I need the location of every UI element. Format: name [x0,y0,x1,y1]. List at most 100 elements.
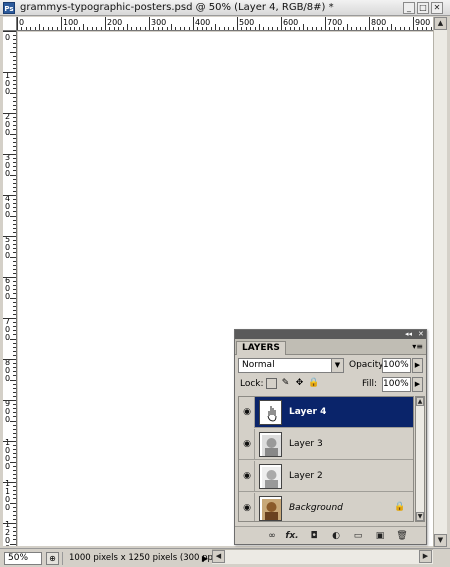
ruler-tick [144,27,146,30]
ruler-tick [13,453,16,455]
visibility-toggle[interactable]: ◉ [239,493,255,521]
layer-list-scrollbar[interactable]: ▲ ▼ [415,396,425,522]
lock-position-icon[interactable]: ✥ [294,378,305,389]
minimize-button[interactable]: _ [403,2,415,14]
opacity-field[interactable]: 100% [382,358,411,373]
ruler-label: 0 [19,18,25,27]
ruler-tick [10,379,16,381]
blend-mode-select[interactable]: Normal ▼ [238,358,344,373]
ruler-tick [281,17,282,30]
ruler-tick [13,412,16,414]
fx-icon[interactable]: fx. [285,530,299,542]
ruler-origin[interactable] [3,17,17,31]
ruler-tick [3,72,16,73]
scroll-up-button[interactable]: ▲ [434,17,447,30]
layer-name: Layer 3 [289,439,323,449]
scroll-down-button[interactable]: ▼ [416,512,424,521]
horizontal-ruler[interactable]: 0 100 200 300 400 500 600 700 800 900 [17,17,433,31]
ruler-label: 1000 [4,438,11,471]
panel-header-strip[interactable]: ◂◂ ✕ [235,330,426,339]
layer-row[interactable]: ◉ Background 🔒 [239,493,413,521]
maximize-button[interactable]: □ [417,2,429,14]
ruler-tick [13,326,16,328]
visibility-toggle[interactable]: ◉ [239,461,255,492]
layer-thumbnail [259,464,282,489]
scroll-left-button[interactable]: ◀ [212,550,225,563]
mask-icon[interactable]: ◘ [307,530,321,542]
ruler-tick [105,17,106,30]
trash-icon[interactable]: 🗑 [395,530,409,542]
zoom-level-field[interactable]: 50% [4,552,42,565]
eye-icon: ◉ [243,439,251,449]
ruler-tick [364,27,366,30]
ruler-tick [13,494,16,496]
new-layer-icon[interactable]: ▣ [373,530,387,542]
status-preview-icon[interactable]: ⊕ [46,552,59,565]
fill-field[interactable]: 100% [382,377,411,392]
panel-menu-icon[interactable]: ▾≡ [412,342,423,351]
layer-row[interactable]: ◉ Layer 2 [239,461,413,492]
title-bar[interactable]: Ps grammys-typographic-posters.psd @ 50%… [0,0,450,16]
adjustment-icon[interactable]: ◐ [329,530,343,542]
layer-row[interactable]: ◉ Layer 3 [239,429,413,460]
scroll-down-button[interactable]: ▼ [434,534,447,547]
group-icon[interactable]: ▭ [351,530,365,542]
ruler-tick [13,477,16,479]
horizontal-scrollbar[interactable]: ◀ ▶ [212,549,433,564]
tab-layers[interactable]: LAYERS [236,341,286,355]
lock-all-icon[interactable]: 🔒 [308,378,319,389]
ruler-tick [333,27,335,30]
ruler-tick [13,281,16,283]
visibility-toggle[interactable]: ◉ [239,429,255,460]
ruler-tick [10,92,16,94]
layer-name: Layer 2 [289,471,323,481]
ruler-tick [162,27,164,30]
ruler-tick [109,27,111,30]
ruler-tick [69,27,71,30]
ruler-tick [179,27,181,30]
ruler-tick [13,395,16,397]
ruler-tick [417,27,419,30]
blend-mode-value: Normal [242,360,275,370]
ruler-tick [13,428,16,430]
ruler-tick [61,17,62,30]
opacity-arrow-icon[interactable]: ▶ [412,358,423,373]
ruler-tick [13,457,16,459]
scroll-right-button[interactable]: ▶ [419,550,432,563]
visibility-toggle[interactable]: ◉ [239,397,255,428]
status-menu-arrow-icon[interactable]: ▶ [200,553,210,564]
ruler-tick [13,35,16,37]
lock-pixels-icon[interactable]: ✎ [280,378,291,389]
ruler-tick [13,363,16,365]
scroll-up-button[interactable]: ▲ [416,397,424,406]
layer-name: Layer 4 [289,407,327,417]
ruler-tick [13,371,16,373]
ruler-tick [373,27,375,30]
eye-icon: ◉ [243,503,251,513]
ruler-tick [3,113,16,114]
ruler-tick [259,24,260,30]
panel-tab-bar: LAYERS ▾≡ [235,339,426,355]
document-info: 1000 pixels x 1250 pixels (300 ppi) [62,552,219,565]
ruler-tick [13,231,16,233]
portrait-thumbnail-icon [262,435,281,456]
chevron-down-icon[interactable]: ▼ [331,359,343,372]
collapse-panel-icon[interactable]: ◂◂ [405,330,412,339]
ruler-tick [34,27,36,30]
vertical-scrollbar[interactable]: ▲ ▼ [433,17,447,547]
vertical-ruler[interactable]: 0 100 200 300 400 500 600 700 800 900 10… [3,31,17,546]
ruler-tick [3,359,16,360]
ruler-tick [355,27,357,30]
fill-arrow-icon[interactable]: ▶ [412,377,423,392]
ruler-tick [13,100,16,102]
ruler-label: 300 [151,18,167,27]
link-icon[interactable]: ∞ [265,530,279,542]
lock-row: Lock: ✎ ✥ 🔒 Fill: 100% ▶ [238,377,424,393]
lock-transparency-icon[interactable] [266,378,277,389]
layer-row[interactable]: ◉ Layer 4 [239,397,413,428]
ruler-tick [13,469,16,471]
ruler-label: 1100 [4,479,11,512]
close-panel-icon[interactable]: ✕ [418,330,424,339]
ruler-tick [13,465,16,467]
close-button[interactable]: ✕ [431,2,443,14]
